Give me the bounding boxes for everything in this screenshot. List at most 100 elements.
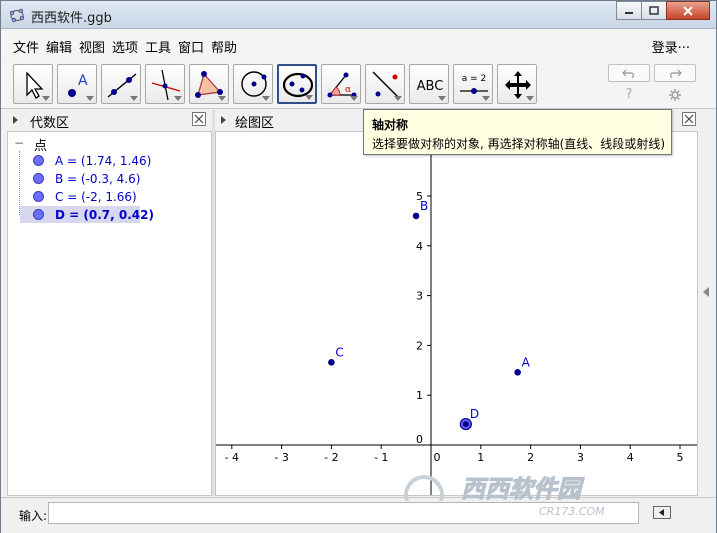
point-visibility-toggle[interactable]	[33, 155, 44, 166]
undo-button[interactable]	[608, 64, 650, 82]
point-visibility-toggle[interactable]	[33, 209, 44, 220]
y-tick-label: 1	[416, 389, 423, 402]
geogebra-app-icon	[9, 8, 25, 23]
close-icon	[684, 114, 694, 124]
polygon-tool-button[interactable]	[189, 64, 229, 104]
tool-menu-arrow-icon	[438, 96, 446, 101]
minimize-icon	[625, 11, 633, 14]
maximize-button[interactable]	[641, 1, 667, 20]
tool-tooltip: 轴对称 选择要做对称的对象, 再选择对称轴(直线、线段或射线)	[363, 109, 672, 155]
circle-tool-button[interactable]	[233, 64, 273, 104]
close-icon	[683, 5, 693, 16]
algebra-item-c[interactable]: C = (-2, 1.66)	[20, 189, 180, 206]
algebra-panel-title: 代数区	[30, 116, 70, 131]
algebra-item-text: C = (-2, 1.66)	[55, 190, 137, 204]
graphics-view[interactable]: - 4- 3- 2- 1012345012345ABCD	[215, 131, 698, 496]
app-window: 西西软件.ggb 文件 编辑 视图 选项 工具 窗口 帮助 登录··· A α …	[0, 0, 717, 533]
x-tick-label: 1	[477, 451, 484, 464]
menu-edit[interactable]: 编辑	[46, 37, 72, 56]
help-button[interactable]: ?	[621, 87, 637, 103]
tool-menu-arrow-icon	[262, 96, 270, 101]
x-tick-label: 4	[627, 451, 634, 464]
svg-text:ABC: ABC	[417, 79, 444, 94]
menu-options[interactable]: 选项	[112, 37, 138, 56]
tool-menu-arrow-icon	[482, 96, 490, 101]
gear-icon[interactable]	[667, 87, 683, 103]
point-label-d: D	[470, 407, 479, 421]
conic-tool-button[interactable]	[277, 64, 317, 104]
algebra-panel-close-button[interactable]	[192, 112, 206, 126]
input-label: 输入:	[19, 509, 48, 523]
x-tick-label: - 4	[225, 451, 239, 464]
y-tick-label: 4	[416, 240, 423, 253]
menu-help[interactable]: 帮助	[211, 37, 237, 56]
point-tool-button[interactable]: A	[57, 64, 97, 104]
algebra-view: − 点 A = (1.74, 1.46) B = (-0.3, 4.6) C =…	[7, 131, 212, 496]
redo-button[interactable]	[654, 64, 696, 82]
point-c[interactable]	[328, 359, 335, 366]
algebra-item-d-selected[interactable]: D = (0.7, 0.42)	[20, 206, 154, 223]
tree-collapse-icon[interactable]: −	[14, 136, 24, 150]
redo-icon	[670, 69, 682, 78]
svg-text:CR173.COM: CR173.COM	[539, 505, 605, 518]
y-tick-label: 0	[416, 433, 423, 446]
text-tool-button[interactable]: ABC	[409, 64, 449, 104]
window-title: 西西软件.ggb	[31, 11, 112, 26]
toolbar: A α ABC a = 2 ?	[1, 59, 716, 109]
move-tool-button[interactable]	[13, 64, 53, 104]
menu-view[interactable]: 视图	[79, 37, 105, 56]
line-tool-button[interactable]	[101, 64, 141, 104]
tool-menu-arrow-icon	[526, 96, 534, 101]
tool-menu-arrow-icon	[42, 96, 50, 101]
svg-text:α: α	[345, 85, 351, 95]
svg-text:A: A	[78, 73, 88, 89]
window-controls	[616, 1, 710, 21]
algebra-item-b[interactable]: B = (-0.3, 4.6)	[20, 171, 180, 188]
y-tick-label: 3	[416, 290, 423, 303]
algebra-item-text: D = (0.7, 0.42)	[55, 208, 154, 222]
tool-menu-arrow-icon	[130, 96, 138, 101]
move-graphics-view-tool-button[interactable]	[497, 64, 537, 104]
title-bar: 西西软件.ggb	[1, 1, 716, 29]
slider-tool-button[interactable]: a = 2	[453, 64, 493, 104]
minimize-button[interactable]	[616, 1, 642, 20]
algebra-item-a[interactable]: A = (1.74, 1.46)	[20, 153, 180, 170]
tooltip-title: 轴对称	[372, 118, 409, 132]
y-tick-label: 2	[416, 339, 423, 352]
tool-menu-arrow-icon	[394, 96, 402, 101]
point-visibility-toggle[interactable]	[33, 191, 44, 202]
point-b[interactable]	[412, 212, 420, 220]
x-tick-label: 5	[677, 451, 684, 464]
angle-tool-button[interactable]: α	[321, 64, 361, 104]
expand-side-panel-icon[interactable]	[703, 287, 709, 297]
collapse-triangle-icon[interactable]	[13, 116, 18, 124]
tool-menu-arrow-icon	[305, 95, 313, 100]
tool-menu-arrow-icon	[86, 96, 94, 101]
perpendicular-line-tool-button[interactable]	[145, 64, 185, 104]
tooltip-body: 选择要做对称的对象, 再选择对称轴(直线、线段或射线)	[372, 137, 665, 151]
point-visibility-toggle[interactable]	[33, 173, 44, 184]
x-tick-label: 3	[577, 451, 584, 464]
point-label-b: B	[420, 199, 428, 213]
collapse-triangle-icon[interactable]	[221, 116, 226, 124]
menu-window[interactable]: 窗口	[178, 37, 204, 56]
svg-text:西西软件园: 西西软件园	[461, 475, 585, 503]
undo-icon	[622, 69, 634, 78]
login-link[interactable]: 登录···	[652, 37, 690, 56]
point-d-core	[462, 421, 469, 428]
maximize-icon	[649, 6, 659, 15]
menu-file[interactable]: 文件	[13, 37, 39, 56]
graphics-panel-close-button[interactable]	[682, 112, 696, 126]
algebra-group-label: 点	[34, 139, 48, 154]
x-tick-label: - 1	[374, 451, 388, 464]
menu-tools[interactable]: 工具	[145, 37, 171, 56]
x-tick-label: 2	[527, 451, 534, 464]
coordinate-plane[interactable]: - 4- 3- 2- 1 0 1 2 3 4 5012345ABCD	[216, 132, 698, 496]
algebra-item-text: B = (-0.3, 4.6)	[55, 172, 141, 186]
point-a[interactable]	[514, 368, 521, 376]
tool-menu-arrow-icon	[174, 96, 182, 101]
reflect-about-line-tool-button[interactable]	[365, 64, 405, 104]
x-tick-label: 0	[434, 451, 441, 464]
close-button[interactable]	[666, 1, 710, 20]
point-label-a: A	[522, 355, 531, 369]
